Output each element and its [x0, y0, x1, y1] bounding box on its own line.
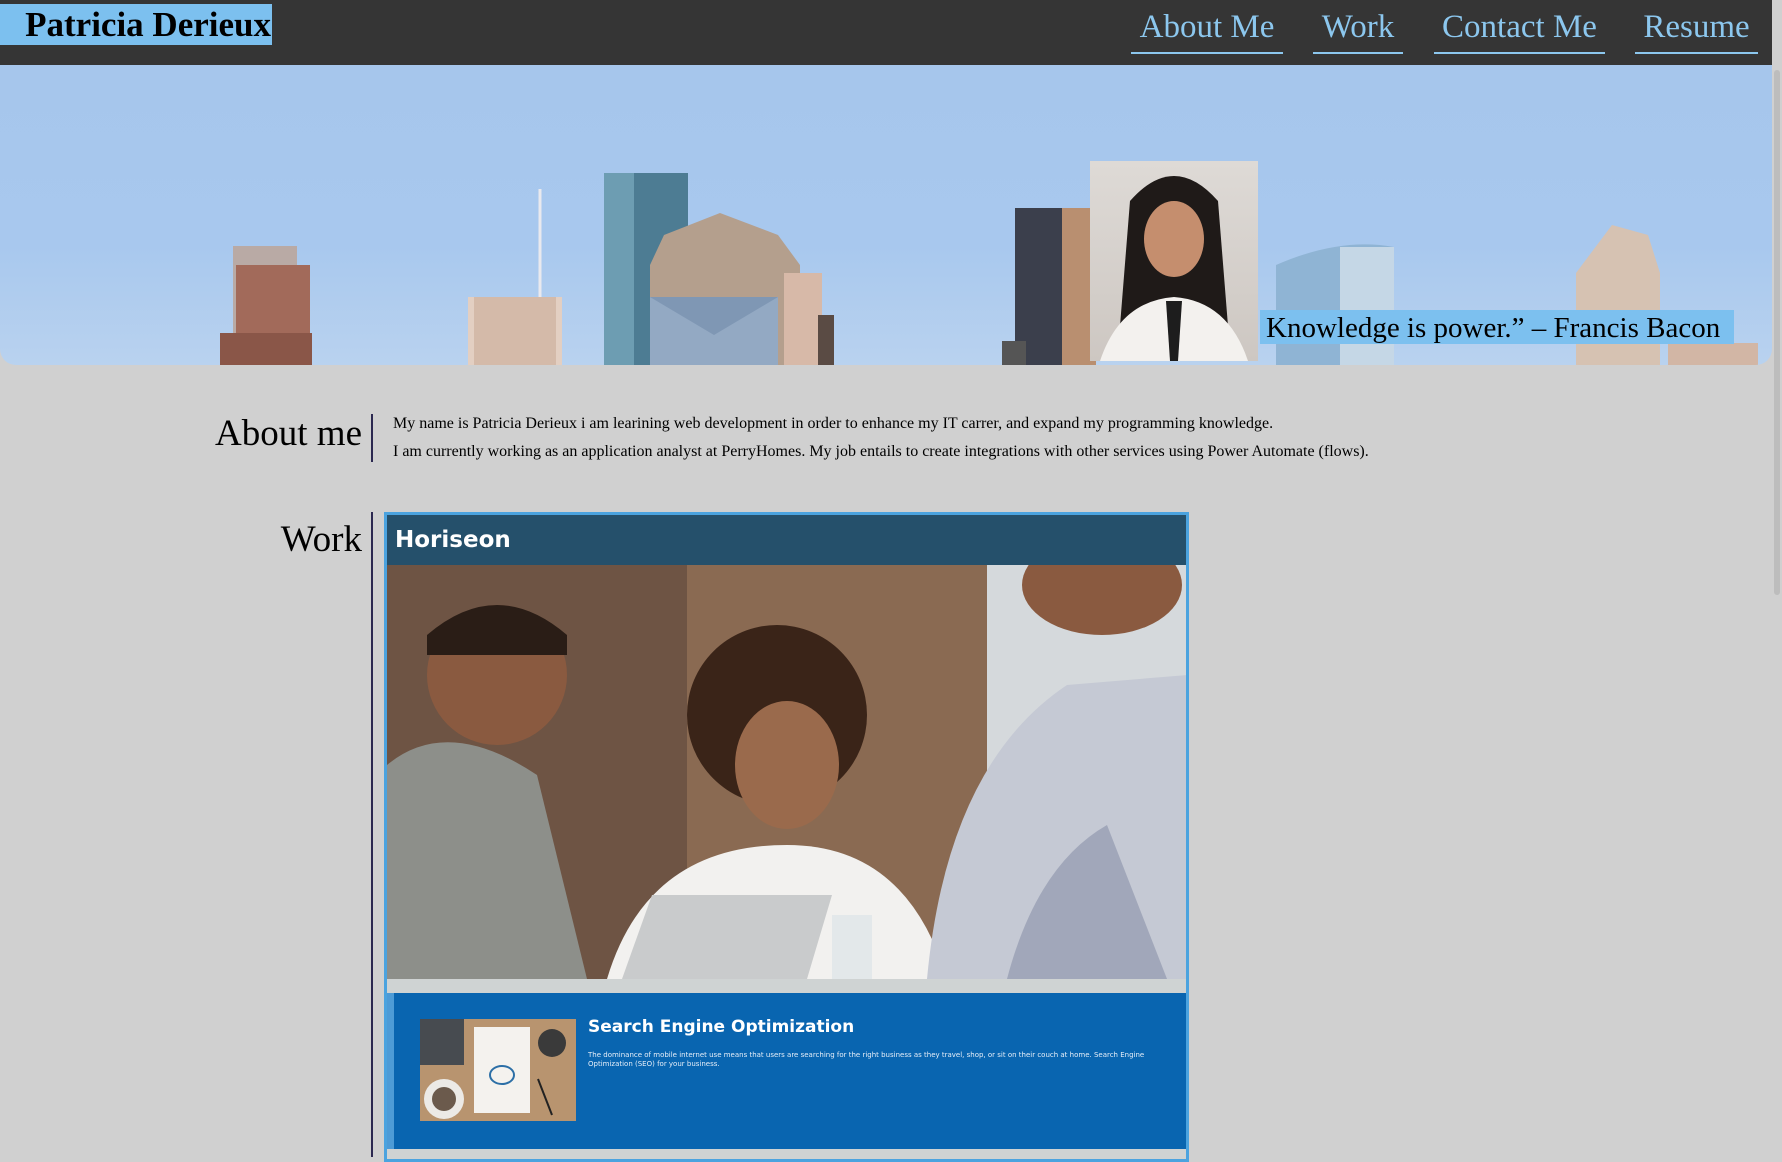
nav-contact-me-label[interactable]: Contact Me — [1434, 0, 1605, 54]
nav-about-me[interactable]: About Me — [1131, 0, 1283, 54]
card-spacer-bottom — [387, 1149, 1186, 1159]
work-title: Work — [280, 519, 362, 560]
project-site-name: Horiseon — [395, 527, 511, 553]
card-spacer — [387, 979, 1186, 993]
hero-quote: Knowledge is power.” – Francis Bacon — [1260, 310, 1735, 344]
nav-contact-me[interactable]: Contact Me — [1434, 0, 1605, 54]
about-line-2: I am currently working as an application… — [393, 443, 1369, 460]
scrollbar-thumb[interactable] — [1774, 70, 1780, 595]
seo-description: The dominance of mobile internet use mea… — [588, 1051, 1145, 1068]
project-header: Horiseon — [387, 515, 1186, 565]
site-header: Patricia Derieux About Me Work Contact M… — [0, 0, 1782, 65]
hero-banner: Knowledge is power.” – Francis Bacon — [0, 65, 1772, 365]
profile-photo — [1090, 161, 1258, 361]
nav-resume[interactable]: Resume — [1635, 0, 1758, 54]
project-hero-image — [387, 565, 1186, 979]
about-line-1: My name is Patricia Derieux i am learini… — [393, 415, 1274, 432]
nav-work[interactable]: Work — [1313, 0, 1403, 54]
nav-work-label[interactable]: Work — [1313, 0, 1403, 54]
seo-title: Search Engine Optimization — [588, 1017, 855, 1037]
nav-about-me-label[interactable]: About Me — [1131, 0, 1283, 54]
work-divider — [371, 512, 373, 1157]
about-divider — [371, 414, 373, 462]
nav-resume-label[interactable]: Resume — [1635, 0, 1758, 54]
seo-thumbnail — [420, 1019, 576, 1121]
about-text: My name is Patricia Derieux i am learini… — [393, 410, 1369, 466]
about-title: About me — [215, 413, 362, 454]
seo-section: Search Engine Optimization The dominance… — [394, 993, 1186, 1149]
site-brand[interactable]: Patricia Derieux — [0, 4, 272, 45]
project-card-horiseon[interactable]: Horiseon Search Engine Optimization The … — [384, 512, 1189, 1162]
